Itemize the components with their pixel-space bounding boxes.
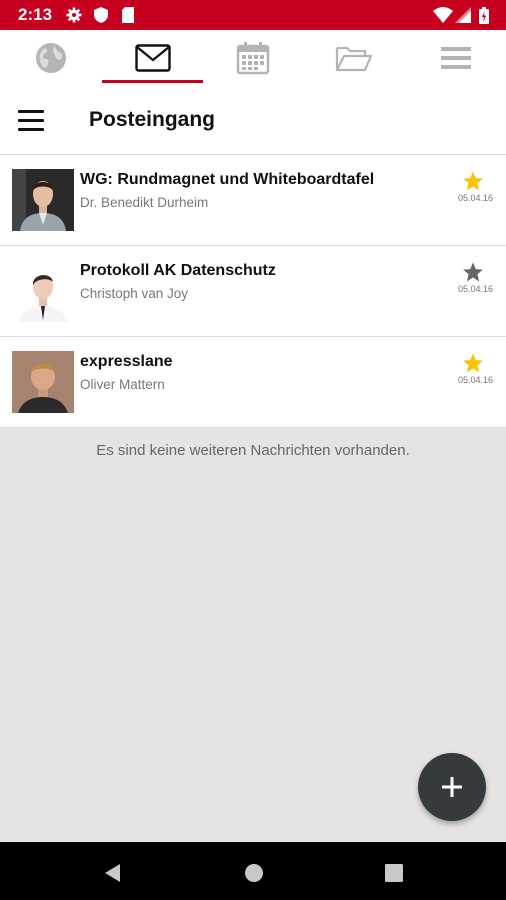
envelope-icon — [135, 44, 171, 72]
star-icon[interactable] — [462, 261, 484, 283]
message-list: WG: Rundmagnet und Whiteboardtafel Dr. B… — [0, 155, 506, 428]
home-icon[interactable] — [242, 861, 266, 885]
toolbar: Posteingang — [0, 86, 506, 155]
avatar — [12, 260, 74, 322]
status-time: 2:13 — [18, 5, 53, 24]
recents-icon[interactable] — [382, 861, 406, 885]
avatar — [12, 351, 74, 413]
tab-bar — [0, 30, 506, 86]
tab-folder[interactable] — [314, 30, 394, 86]
tab-calendar[interactable] — [213, 30, 293, 86]
compose-button[interactable] — [418, 753, 486, 821]
back-icon[interactable] — [101, 861, 125, 885]
empty-list-message: Es sind keine weiteren Nachrichten vorha… — [96, 442, 410, 459]
message-subject: WG: Rundmagnet und Whiteboardtafel — [80, 171, 375, 188]
page-title: Posteingang — [89, 108, 216, 131]
message-date: 05.04.16 — [457, 284, 493, 294]
calendar-icon — [236, 42, 270, 75]
active-tab-indicator — [102, 80, 203, 83]
star-icon[interactable] — [462, 352, 484, 374]
message-sender: Dr. Benedikt Durheim — [80, 195, 209, 210]
message-date: 05.04.16 — [457, 193, 493, 203]
tab-globe[interactable] — [11, 30, 91, 86]
plus-icon — [442, 777, 462, 797]
message-row[interactable]: WG: Rundmagnet und Whiteboardtafel Dr. B… — [0, 155, 506, 246]
hamburger-menu-icon[interactable] — [18, 106, 48, 134]
message-sender: Christoph van Joy — [80, 286, 189, 301]
battery-icon — [479, 7, 489, 24]
wifi-icon — [433, 7, 453, 23]
avatar — [12, 169, 74, 231]
settings-gear-icon — [66, 7, 82, 23]
globe-icon — [36, 43, 66, 73]
message-subject: Protokoll AK Datenschutz — [80, 262, 276, 279]
navigation-bar — [0, 842, 506, 900]
message-row[interactable]: Protokoll AK Datenschutz Christoph van J… — [0, 246, 506, 337]
message-date: 05.04.16 — [457, 375, 493, 385]
message-sender: Oliver Mattern — [80, 377, 165, 392]
list-icon — [441, 47, 471, 69]
shield-icon — [94, 7, 108, 23]
folder-open-icon — [335, 46, 373, 72]
tab-more[interactable] — [416, 30, 496, 86]
star-icon[interactable] — [462, 170, 484, 192]
tab-mail[interactable] — [113, 30, 193, 86]
status-bar: 2:13 — [0, 0, 506, 30]
message-row[interactable]: expresslane Oliver Mattern 05.04.16 — [0, 337, 506, 428]
signal-icon — [455, 7, 471, 23]
sd-card-icon — [122, 7, 134, 23]
message-subject: expresslane — [80, 353, 173, 370]
